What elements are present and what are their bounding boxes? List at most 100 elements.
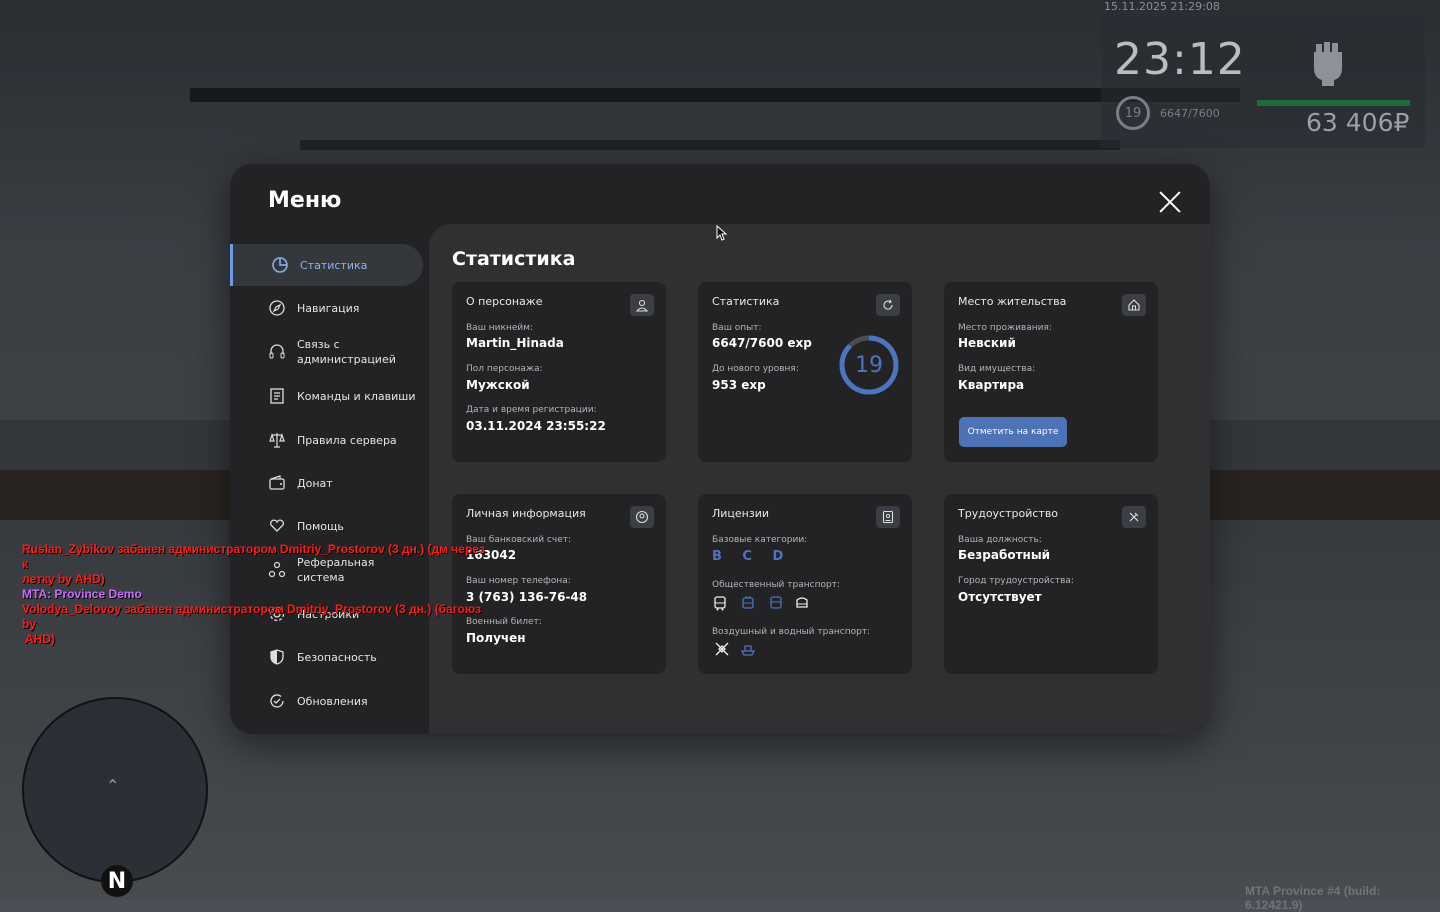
- public-transport-label: Общественный транспорт:: [712, 580, 840, 590]
- menu-title: Меню: [268, 188, 342, 213]
- sidebar-item-donate[interactable]: Донат: [230, 462, 420, 504]
- property-type-label: Вид имущества:: [958, 364, 1036, 374]
- refresh-check-icon: [270, 694, 284, 708]
- gender-label: Пол персонажа:: [466, 364, 543, 374]
- sidebar-item-label: Донат: [297, 476, 333, 490]
- card-statistics: Статистика Ваш опыт: 6647/7600 exp До но…: [698, 282, 912, 462]
- sidebar-item-updates[interactable]: Обновления: [230, 680, 420, 722]
- menu-window: Меню Статистика Навигация Связь с админи…: [230, 164, 1210, 734]
- fist-icon: [1314, 42, 1342, 86]
- id-card-icon: [882, 510, 894, 524]
- card-icon-button: [876, 506, 900, 528]
- card-title: Личная информация: [466, 507, 586, 520]
- sidebar-item-rules[interactable]: Правила сервера: [230, 419, 420, 461]
- sidebar-item-label: Правила сервера: [297, 433, 397, 447]
- basic-categories-label: Базовые категории:: [712, 535, 808, 545]
- card-icon-button: [1122, 294, 1146, 316]
- player-arrow-icon: ⌃: [106, 776, 120, 795]
- shield-icon: [270, 649, 284, 665]
- headset-icon: [269, 344, 285, 359]
- hud-exp: 6647/7600: [1160, 107, 1220, 120]
- content-panel: Статистика О персонаже Ваш никнейм: Mart…: [429, 224, 1210, 734]
- build-version: MTA Province #4 (build: 6.12421.9): [1245, 884, 1381, 912]
- sidebar-item-label: Статистика: [300, 258, 368, 272]
- registration-label: Дата и время регистрации:: [466, 405, 597, 415]
- scales-icon: [269, 433, 285, 448]
- airplane-icon: [715, 642, 729, 656]
- hud-money: 63 406₽: [1306, 108, 1410, 137]
- user-icon: [635, 299, 649, 312]
- hud-clock: 23:12: [1114, 34, 1246, 85]
- wallet-icon: [269, 475, 285, 490]
- next-level-label: До нового уровня:: [712, 364, 799, 374]
- property-type-value: Квартира: [958, 378, 1025, 392]
- chat-line: Ruslan_Zybikov забанен администратором D…: [22, 542, 485, 571]
- card-residence: Место жительства Место проживания: Невск…: [944, 282, 1158, 462]
- sidebar-item-label: Помощь: [297, 519, 344, 533]
- mouse-cursor-icon: [716, 225, 728, 241]
- air-water-label: Воздушный и водный транспорт:: [712, 627, 871, 637]
- nickname-label: Ваш никнейм:: [466, 323, 534, 333]
- card-character: О персонаже Ваш никнейм: Martin_Hinada П…: [452, 282, 666, 462]
- next-level-value: 953 exp: [712, 378, 766, 392]
- residence-place-value: Невский: [958, 336, 1016, 350]
- job-city-label: Город трудоустройства:: [958, 576, 1074, 586]
- card-licenses: Лицензии Базовые категории: B C D Общест…: [698, 494, 912, 674]
- card-title: Статистика: [712, 295, 780, 308]
- sidebar-item-commands[interactable]: Команды и клавиши: [230, 375, 420, 417]
- gender-value: Мужской: [466, 378, 530, 392]
- refresh-icon: [883, 299, 893, 310]
- tram-icon: [770, 596, 782, 609]
- exp-value: 6647/7600 exp: [712, 336, 812, 350]
- sidebar-item-label: Команды и клавиши: [297, 389, 416, 403]
- sidebar-item-label: Безопасность: [297, 650, 377, 664]
- level-number: 19: [855, 352, 883, 378]
- sidebar-item-label: Обновления: [297, 694, 368, 708]
- chat-line: AHD): [22, 632, 55, 646]
- sidebar-item-label: Навигация: [297, 301, 360, 315]
- sidebar-item-navigation[interactable]: Навигация: [230, 287, 420, 329]
- sidebar-item-admin-contact[interactable]: Связь с администрацией: [230, 331, 420, 373]
- section-title: Статистика: [452, 248, 576, 270]
- card-title: Место жительства: [958, 295, 1067, 308]
- card-icon-button: [876, 294, 900, 316]
- position-label: Ваша должность:: [958, 535, 1042, 545]
- boat-icon: [740, 645, 756, 656]
- compass-icon: [269, 300, 285, 316]
- card-title: О персонаже: [466, 295, 543, 308]
- hud-level-badge: 19: [1116, 96, 1150, 130]
- card-icon-button: [630, 506, 654, 528]
- pie-chart-icon: [272, 257, 288, 273]
- hand-heart-icon: [270, 519, 284, 532]
- close-button[interactable]: [1158, 190, 1182, 214]
- chat-line: MTA: Province Demo: [22, 587, 142, 601]
- chat-line: летку by AHD): [22, 572, 105, 586]
- basic-categories-value: B C D: [712, 549, 792, 564]
- position-value: Безработный: [958, 548, 1051, 562]
- house-icon: [1128, 299, 1140, 311]
- sidebar-item-help[interactable]: Помощь: [230, 505, 420, 547]
- chat-line: Volodya_Delovoy забанен администратором …: [22, 602, 482, 631]
- hud-datetime: 15.11.2025 21:29:08: [1104, 0, 1220, 13]
- user-circle-icon: [635, 510, 649, 524]
- card-title: Трудоустройство: [958, 507, 1059, 520]
- mark-on-map-button[interactable]: Отметить на карте: [959, 417, 1067, 447]
- sidebar-item-label: Связь с администрацией: [297, 338, 396, 366]
- card-employment: Трудоустройство Ваша должность: Безработ…: [944, 494, 1158, 674]
- metro-train-icon: [796, 597, 808, 608]
- nickname-value: Martin_Hinada: [466, 336, 564, 350]
- sidebar-item-statistics[interactable]: Статистика: [230, 244, 423, 286]
- trolleybus-icon: [742, 595, 754, 609]
- document-list-icon: [270, 388, 284, 404]
- card-icon-button: [630, 294, 654, 316]
- registration-value: 03.11.2024 23:55:22: [466, 419, 606, 433]
- card-title: Лицензии: [712, 507, 770, 520]
- exp-label: Ваш опыт:: [712, 323, 762, 333]
- bus-icon: [714, 596, 726, 611]
- north-indicator: N: [101, 865, 133, 897]
- card-icon-button: [1122, 506, 1146, 528]
- chat-log: Ruslan_Zybikov забанен администратором D…: [22, 542, 492, 647]
- tools-icon: [1129, 512, 1139, 522]
- residence-place-label: Место проживания:: [958, 323, 1052, 333]
- hud-health-bar: [1257, 100, 1410, 106]
